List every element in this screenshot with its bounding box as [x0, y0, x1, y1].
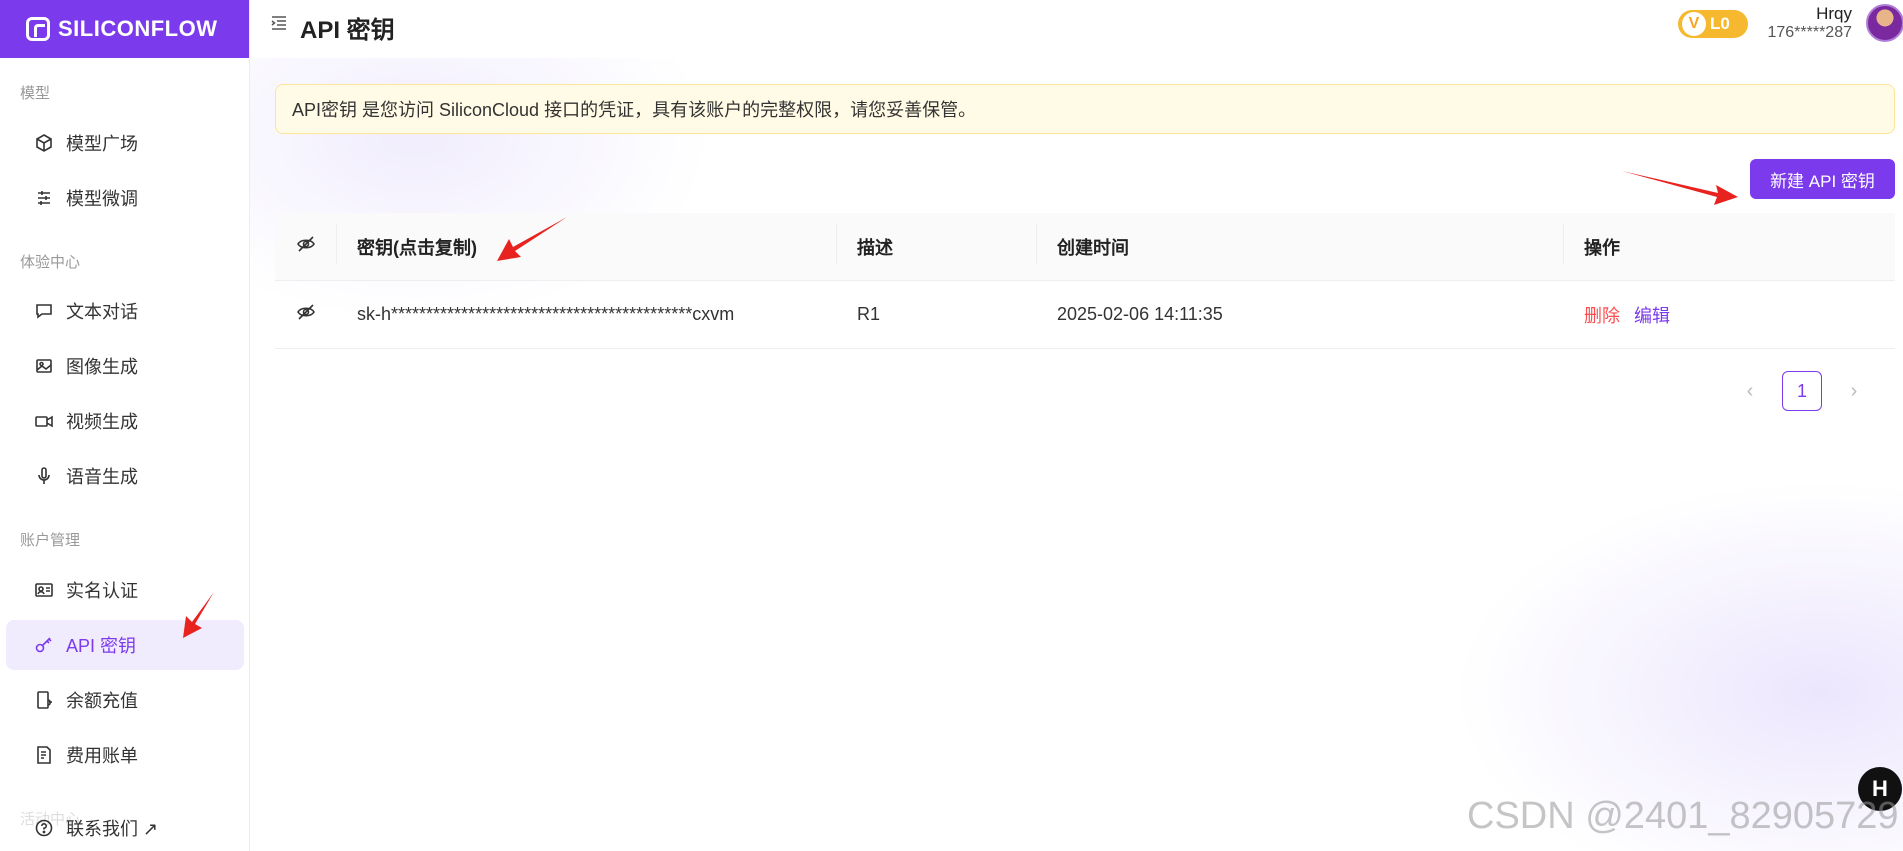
- sliders-icon: [34, 188, 54, 208]
- recharge-icon: [34, 690, 54, 710]
- cube-icon: [34, 133, 54, 153]
- page-title: API 密钥: [300, 17, 395, 44]
- sidebar-item-model-square[interactable]: 模型广场: [6, 118, 244, 168]
- sidebar-group-models: 模型: [20, 85, 51, 102]
- vip-icon: V: [1682, 12, 1706, 36]
- notice-banner: API密钥 是您访问 SiliconCloud 接口的凭证，具有该账户的完整权限…: [275, 84, 1895, 134]
- eye-off-icon: [296, 302, 316, 327]
- annotation-arrow-api-keys: [183, 592, 214, 638]
- next-page-icon[interactable]: ›: [1844, 380, 1864, 403]
- sidebar-group-playground: 体验中心: [20, 254, 81, 271]
- top-bar: API 密钥: [250, 0, 1903, 50]
- api-key-created-time: 2025-02-06 14:11:35: [1057, 304, 1223, 324]
- annotation-arrow-key-column: [497, 217, 567, 261]
- edit-link[interactable]: 编辑: [1634, 302, 1670, 328]
- prev-page-icon[interactable]: ‹: [1740, 380, 1760, 403]
- sidebar-item-label: 实名认证: [66, 581, 138, 601]
- api-key-value[interactable]: sk-h************************************…: [337, 304, 837, 325]
- chat-icon: [34, 301, 54, 321]
- sidebar-item-label: 文本对话: [66, 302, 138, 322]
- column-header-description: 描述: [837, 223, 1037, 264]
- watermark: CSDN @2401_82905729: [1467, 795, 1899, 837]
- mic-icon: [34, 466, 54, 486]
- sidebar-item-video-gen[interactable]: 视频生成: [6, 396, 244, 446]
- level-label: L0: [1710, 14, 1730, 33]
- row-actions: 删除 编辑: [1564, 302, 1895, 328]
- contact-us-link[interactable]: 联系我们 ↗: [6, 804, 244, 851]
- key-icon: [34, 635, 54, 655]
- pagination: ‹ 1 ›: [1740, 371, 1864, 411]
- sidebar-item-billing[interactable]: 费用账单: [6, 730, 244, 780]
- sidebar-item-recharge[interactable]: 余额充值: [6, 675, 244, 725]
- contact-us-label: 联系我们 ↗: [66, 819, 159, 839]
- sidebar-item-model-finetune[interactable]: 模型微调: [6, 173, 244, 223]
- menu-fold-icon[interactable]: [270, 14, 288, 32]
- sidebar-item-label: API 密钥: [66, 636, 137, 656]
- siliconflow-logo-icon: [26, 17, 50, 41]
- level-badge[interactable]: V L0: [1678, 10, 1748, 38]
- toggle-visibility-row[interactable]: [275, 302, 337, 327]
- toggle-visibility-all[interactable]: [275, 224, 337, 264]
- user-phone: 176*****287: [1767, 24, 1852, 41]
- sidebar-item-audio-gen[interactable]: 语音生成: [6, 451, 244, 501]
- eye-off-icon: [296, 234, 316, 259]
- video-icon: [34, 411, 54, 431]
- sidebar-item-label: 图像生成: [66, 357, 138, 377]
- sidebar-item-label: 余额充值: [66, 691, 138, 711]
- avatar[interactable]: [1866, 4, 1903, 42]
- sidebar-item-image-gen[interactable]: 图像生成: [6, 341, 244, 391]
- sidebar-item-label: 模型微调: [66, 189, 138, 209]
- sidebar-item-label: 视频生成: [66, 412, 138, 432]
- api-key-description: R1: [857, 304, 881, 324]
- sidebar-item-label: 语音生成: [66, 467, 138, 487]
- logo-bar[interactable]: SILICONFLOW: [0, 0, 249, 58]
- sidebar-item-label: 模型广场: [66, 134, 138, 154]
- annotation-arrow-new-key: [1622, 171, 1738, 205]
- sidebar: SILICONFLOW 模型 模型广场 模型微调 体验中心 文本对话 图像生成 …: [0, 0, 250, 851]
- bill-icon: [34, 745, 54, 765]
- page-number-current[interactable]: 1: [1782, 371, 1822, 411]
- sidebar-item-text-chat[interactable]: 文本对话: [6, 286, 244, 336]
- delete-link[interactable]: 删除: [1584, 302, 1620, 328]
- table-row: sk-h************************************…: [275, 281, 1895, 349]
- image-icon: [34, 356, 54, 376]
- help-circle-icon: [34, 818, 54, 838]
- notice-text: API密钥 是您访问 SiliconCloud 接口的凭证，具有该账户的完整权限…: [292, 100, 977, 120]
- new-api-key-button[interactable]: 新建 API 密钥: [1750, 159, 1895, 199]
- column-header-key: 密钥(点击复制): [337, 223, 837, 264]
- logo-text: SILICONFLOW: [58, 16, 218, 41]
- column-header-actions: 操作: [1584, 237, 1620, 258]
- sidebar-group-account: 账户管理: [20, 532, 81, 549]
- id-card-icon: [34, 580, 54, 600]
- sidebar-item-label: 费用账单: [66, 746, 138, 766]
- column-header-created-time: 创建时间: [1037, 223, 1564, 264]
- user-name: Hrqy: [1816, 4, 1852, 23]
